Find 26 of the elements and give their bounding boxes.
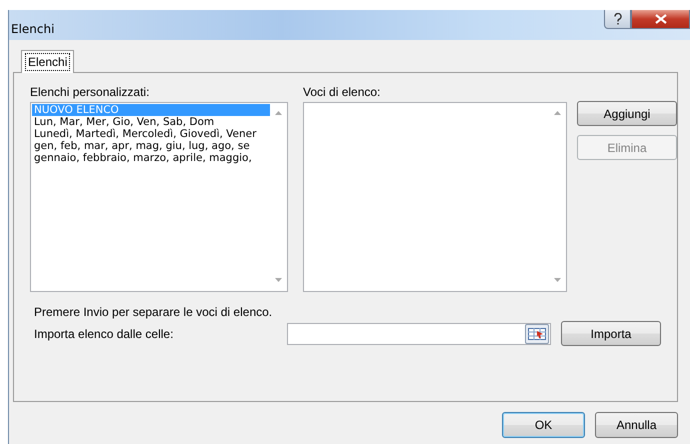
side-button[interactable]: Aggiungi xyxy=(577,101,677,126)
help-button[interactable] xyxy=(604,10,631,29)
list-item[interactable]: Lunedì, Martedì, Mercoledì, Giovedì, Vener xyxy=(32,128,270,140)
list-item[interactable]: Lun, Mar, Mer, Gio, Ven, Sab, Dom xyxy=(32,116,270,128)
list-label: Elenchi personalizzati: xyxy=(30,85,150,99)
grid-icon xyxy=(528,328,546,340)
dialog-button[interactable]: OK xyxy=(502,412,585,438)
list-item[interactable]: gennaio, febbraio, marzo, aprile, maggio, xyxy=(32,152,270,164)
import-range-field[interactable] xyxy=(287,322,551,344)
close-button[interactable] xyxy=(631,10,690,29)
dialog-button[interactable]: Annulla xyxy=(595,412,678,438)
entries-label: Voci di elenco: xyxy=(303,85,382,99)
scroll-up-icon xyxy=(275,111,282,115)
scroll-down-icon xyxy=(554,278,561,282)
custom-lists-box[interactable]: NUOVO ELENCO Lun, Mar, Mer, Gio, Ven, Sab, Dom Lunedì, Martedì, Mercoledì, Giovedì, Vener gen, feb, mar, apr, mag, giu, lug, ago, se gennaio, febbraio, marzo, aprile, maggio, xyxy=(30,102,288,292)
import-label: Importa elenco dalle celle: xyxy=(34,326,174,340)
import-button[interactable]: Importa xyxy=(561,321,661,346)
scroll-down-icon xyxy=(275,278,282,282)
window-title: Elenchi xyxy=(10,21,54,36)
hint-text: Premere Invio per separare le voci di elenco. xyxy=(34,305,274,319)
scroll-up-icon xyxy=(554,111,561,115)
close-icon xyxy=(654,14,666,24)
tab[interactable]: Elenchi xyxy=(21,50,74,73)
list-item[interactable]: gen, feb, mar, apr, mag, giu, lug, ago, se xyxy=(32,140,270,152)
help-icon xyxy=(612,13,622,25)
range-picker-button[interactable] xyxy=(525,324,549,344)
